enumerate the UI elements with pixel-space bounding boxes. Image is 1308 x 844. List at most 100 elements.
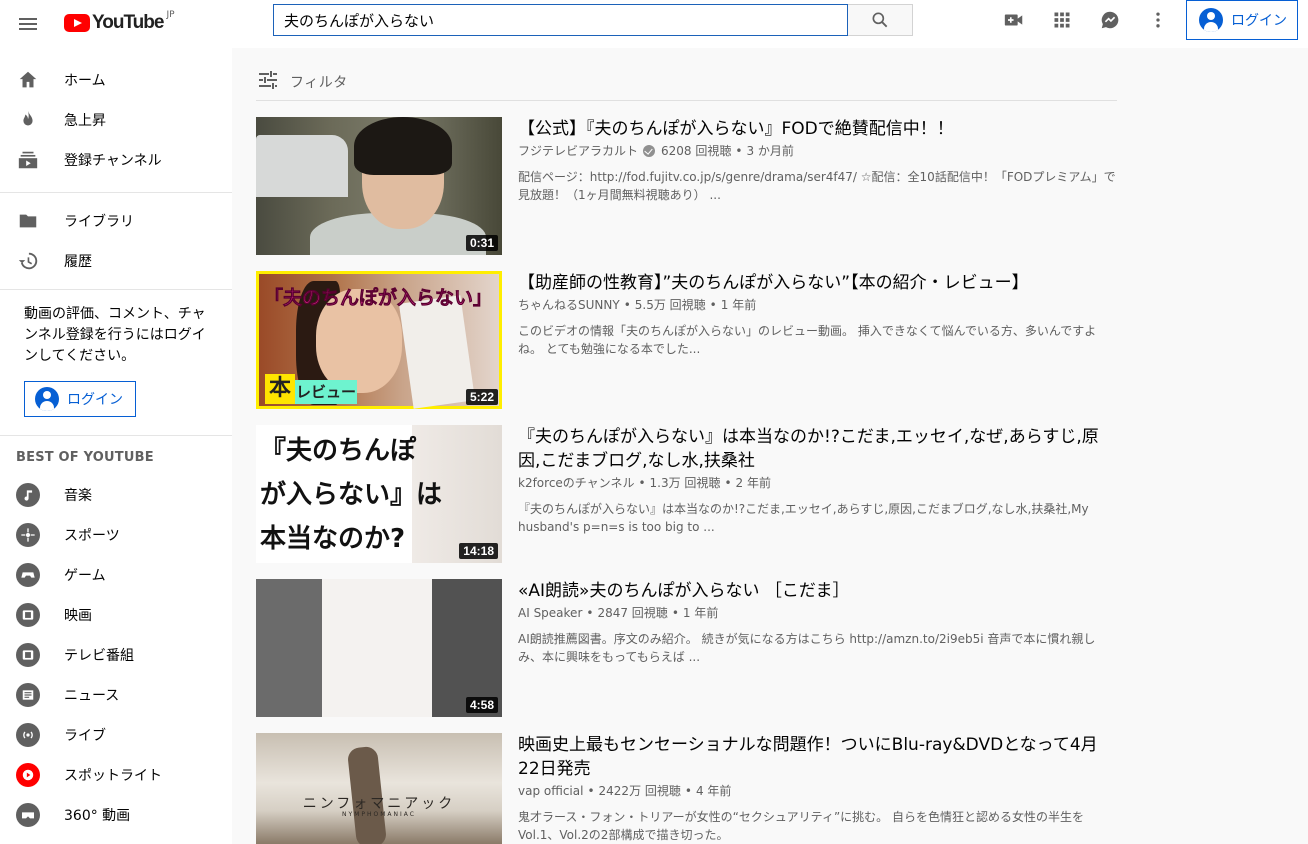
video-thumbnail[interactable]: 0:31 xyxy=(256,117,502,255)
messages-button[interactable] xyxy=(1098,8,1122,32)
upload-age: 1 年前 xyxy=(720,298,757,312)
view-count: 1.3万 回視聴 xyxy=(649,476,721,490)
search-button[interactable] xyxy=(848,4,913,36)
sidebar-item-trending[interactable]: 急上昇 xyxy=(0,100,232,140)
sidebar-item-tv[interactable]: テレビ番組 xyxy=(0,635,232,675)
channel-name[interactable]: AI Speaker xyxy=(518,604,582,622)
upload-age: 3 か月前 xyxy=(746,144,794,158)
youtube-logo[interactable]: YouTube JP xyxy=(64,10,175,37)
video-result[interactable]: 『夫のちんぽ が入らない』は 本当なのか? 14:18 『夫のちんぽが入らない』… xyxy=(256,425,1117,563)
login-label: ログイン xyxy=(1231,13,1287,29)
video-title[interactable]: 『夫のちんぽが入らない』は本当なのか!?こだま,エッセイ,なぜ,あらすじ,原因,… xyxy=(518,425,1117,473)
tv-icon xyxy=(16,643,40,667)
video-thumbnail[interactable]: 「夫のちんぽが入らない」 本 レビュー 5:22 xyxy=(256,271,502,409)
video-description: このビデオの情報「夫のちんぽが入らない」のレビュー動画。 挿入できなくて悩んでい… xyxy=(518,324,1097,356)
menu-icon[interactable] xyxy=(16,12,40,36)
channel-name[interactable]: k2forceのチャンネル xyxy=(518,474,634,492)
spotlight-icon xyxy=(16,763,40,787)
upload-age: 2 年前 xyxy=(735,476,771,490)
fire-icon xyxy=(16,108,40,132)
meta-separator: • xyxy=(724,476,732,490)
messages-icon xyxy=(1101,11,1119,29)
video-meta: k2forceのチャンネル • 1.3万 回視聴 • 2 年前 xyxy=(518,474,1117,492)
sidebar-login-button[interactable]: ログイン xyxy=(24,381,136,417)
search-input[interactable] xyxy=(284,11,847,29)
filter-sliders-icon xyxy=(259,71,277,89)
sidebar-item-gaming[interactable]: ゲーム xyxy=(0,555,232,595)
sidebar-item-live[interactable]: ライブ xyxy=(0,715,232,755)
masthead: YouTube JP ログイン xyxy=(0,0,1308,48)
settings-button[interactable] xyxy=(1146,8,1170,32)
meta-separator: • xyxy=(587,784,595,798)
meta-separator: • xyxy=(684,784,692,798)
sports-icon xyxy=(16,523,40,547)
gaming-icon xyxy=(16,563,40,587)
thumbnail-review-text: レビュー xyxy=(295,380,357,404)
upload-age: 4 年前 xyxy=(695,784,732,798)
thumbnail-caption: ニンフォマニアック xyxy=(302,796,456,812)
video-title[interactable]: «AI朗読»夫のちんぽが入らない ［こだま］ xyxy=(518,579,1117,603)
sidebar-item-history[interactable]: 履歴 xyxy=(0,241,232,281)
channel-name[interactable]: フジテレビアラカルト xyxy=(518,142,638,160)
video-thumbnail[interactable]: 『夫のちんぽ が入らない』は 本当なのか? 14:18 xyxy=(256,425,502,563)
view-count: 2847 回視聴 xyxy=(597,606,668,620)
sidebar-divider xyxy=(0,192,232,193)
view-count: 2422万 回視聴 xyxy=(598,784,681,798)
sidebar-item-home[interactable]: ホーム xyxy=(0,60,232,100)
meta-separator: • xyxy=(709,298,717,312)
news-icon xyxy=(16,683,40,707)
video-result[interactable]: ニンフォマニアック NYMPHOMANIAC 映画史上最もセンセーショナルな問題… xyxy=(256,733,1117,844)
video-title[interactable]: 【助産師の性教育】”夫のちんぽが入らない”【本の紹介・レビュー】 xyxy=(518,271,1117,295)
login-button[interactable]: ログイン xyxy=(1186,0,1298,40)
thumbnail-text: 『夫のちんぽ が入らない』は 本当なのか? xyxy=(260,436,443,554)
meta-separator: • xyxy=(735,144,743,158)
history-icon xyxy=(16,249,40,273)
logo-text: YouTube xyxy=(92,12,164,33)
sidebar-item-subscriptions[interactable]: 登録チャンネル xyxy=(0,140,232,180)
channel-name[interactable]: vap official xyxy=(518,782,583,800)
signin-prompt: 動画の評価、コメント、チャンネル登録を行うにはログインしてください。 xyxy=(24,306,206,364)
login-label: ログイン xyxy=(67,392,123,408)
sidebar-item-movies[interactable]: 映画 xyxy=(0,595,232,635)
thumbnail-book-text: 本 xyxy=(265,374,295,404)
video-result[interactable]: 4:58 «AI朗読»夫のちんぽが入らない ［こだま］ AI Speaker •… xyxy=(256,579,1117,717)
apps-button[interactable] xyxy=(1050,8,1074,32)
sidebar-item-sports[interactable]: スポーツ xyxy=(0,515,232,555)
video-thumbnail[interactable]: ニンフォマニアック NYMPHOMANIAC xyxy=(256,733,502,844)
video-title[interactable]: 【公式】『夫のちんぽが入らない』FODで絶賛配信中！！ xyxy=(518,117,1117,141)
sidebar-item-library[interactable]: ライブラリ xyxy=(0,201,232,241)
sidebar-item-label: 急上昇 xyxy=(64,113,106,129)
sidebar-item-news[interactable]: ニュース xyxy=(0,675,232,715)
vr-icon xyxy=(16,803,40,827)
video-title[interactable]: 映画史上最もセンセーショナルな問題作！ついにBlu-ray&DVDとなって4月2… xyxy=(518,733,1117,781)
sidebar-item-spotlight[interactable]: スポットライト xyxy=(0,755,232,795)
youtube-play-icon xyxy=(64,14,90,32)
logo-region: JP xyxy=(166,10,175,20)
more-vertical-icon xyxy=(1156,12,1160,28)
video-description: 配信ページ：http://fod.fujitv.co.jp/s/genre/dr… xyxy=(518,170,1116,202)
video-thumbnail[interactable]: 4:58 xyxy=(256,579,502,717)
thumbnail-title-text: 「夫のちんぽが入らない」 xyxy=(264,287,493,310)
channel-name[interactable]: ちゃんねるSUNNY xyxy=(518,296,620,314)
music-icon xyxy=(16,483,40,507)
search-box[interactable] xyxy=(273,4,848,36)
sidebar-item-label: ゲーム xyxy=(64,568,106,584)
sidebar-item-music[interactable]: 音楽 xyxy=(0,475,232,515)
sidebar-item-label: テレビ番組 xyxy=(64,648,134,664)
video-description: 『夫のちんぽが入らない』は本当なのか!?こだま,エッセイ,あらすじ,原因,こだま… xyxy=(518,502,1089,534)
sidebar-item-label: 360° 動画 xyxy=(64,808,131,824)
video-meta: vap official • 2422万 回視聴 • 4 年前 xyxy=(518,782,1117,800)
video-result[interactable]: 「夫のちんぽが入らない」 本 レビュー 5:22 【助産師の性教育】”夫のちんぽ… xyxy=(256,271,1117,409)
filter-button[interactable]: フィルタ xyxy=(256,68,1117,101)
video-duration: 0:31 xyxy=(465,235,498,251)
sidebar-item-label: 履歴 xyxy=(64,254,92,270)
filter-label: フィルタ xyxy=(290,75,348,91)
video-result[interactable]: 0:31 【公式】『夫のちんぽが入らない』FODで絶賛配信中！！ フジテレビアラ… xyxy=(256,117,1117,255)
video-description: 鬼才ラース・フォン・トリアーが女性の“セクシュアリティ”に挑む。 自らを色情狂と… xyxy=(518,810,1084,842)
sidebar-item-360[interactable]: 360° 動画 xyxy=(0,795,232,835)
upload-age: 1 年前 xyxy=(682,606,719,620)
folder-icon xyxy=(16,209,40,233)
verified-check-icon xyxy=(643,145,656,157)
create-video-button[interactable] xyxy=(1002,8,1026,32)
account-icon xyxy=(1199,8,1223,32)
